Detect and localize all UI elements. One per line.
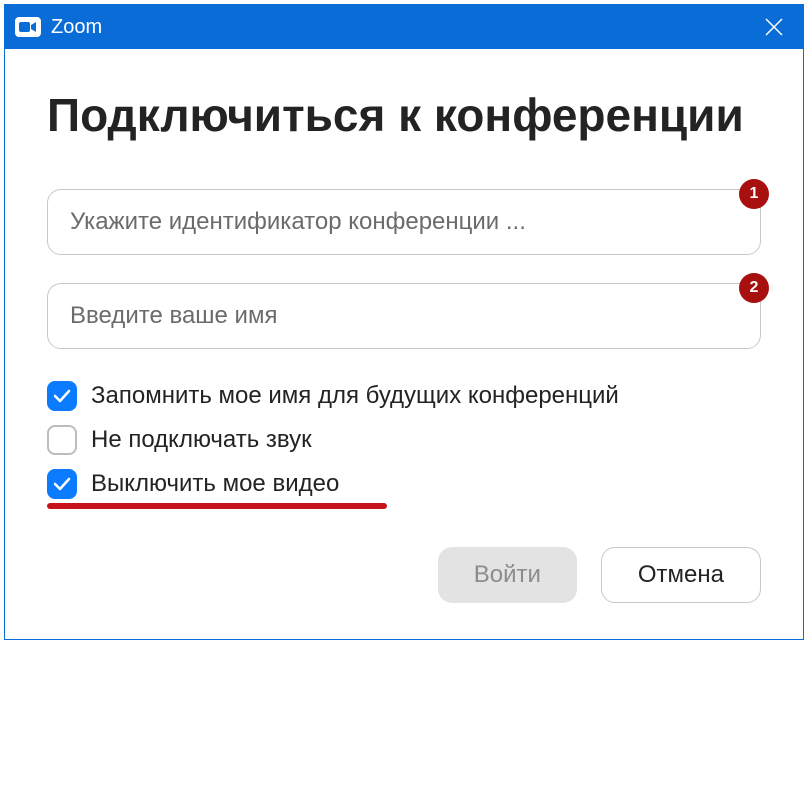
- meeting-id-wrapper: 1: [47, 189, 761, 255]
- checkbox-group: Запомнить мое имя для будущих конференци…: [47, 381, 761, 499]
- content-area: Подключиться к конференции 1 2 Запомнить…: [5, 49, 803, 639]
- no-video-checkbox[interactable]: [47, 469, 77, 499]
- zoom-app-icon: [15, 17, 41, 37]
- no-video-row: Выключить мое видео: [47, 469, 761, 499]
- no-video-label: Выключить мое видео: [91, 470, 339, 498]
- cancel-button[interactable]: Отмена: [601, 547, 761, 603]
- name-input[interactable]: [47, 283, 761, 349]
- annotation-badge-1: 1: [739, 179, 769, 209]
- meeting-id-input[interactable]: [47, 189, 761, 255]
- remember-name-label: Запомнить мое имя для будущих конференци…: [91, 382, 619, 410]
- remember-name-checkbox[interactable]: [47, 381, 77, 411]
- no-audio-row: Не подключать звук: [47, 425, 761, 455]
- checkmark-icon: [53, 389, 71, 403]
- close-button[interactable]: [759, 12, 789, 42]
- no-audio-checkbox[interactable]: [47, 425, 77, 455]
- button-row: Войти Отмена: [47, 547, 761, 603]
- name-wrapper: 2: [47, 283, 761, 349]
- close-icon: [765, 18, 783, 36]
- titlebar-left: Zoom: [15, 16, 102, 39]
- remember-name-row: Запомнить мое имя для будущих конференци…: [47, 381, 761, 411]
- page-title: Подключиться к конференции: [47, 87, 761, 143]
- join-button[interactable]: Войти: [438, 547, 577, 603]
- no-audio-label: Не подключать звук: [91, 426, 312, 454]
- titlebar: Zoom: [5, 5, 803, 49]
- checkmark-icon: [53, 477, 71, 491]
- annotation-badge-2: 2: [739, 273, 769, 303]
- zoom-join-window: Zoom Подключиться к конференции 1 2: [4, 4, 804, 640]
- annotation-underline: [47, 503, 387, 509]
- window-title: Zoom: [51, 16, 102, 39]
